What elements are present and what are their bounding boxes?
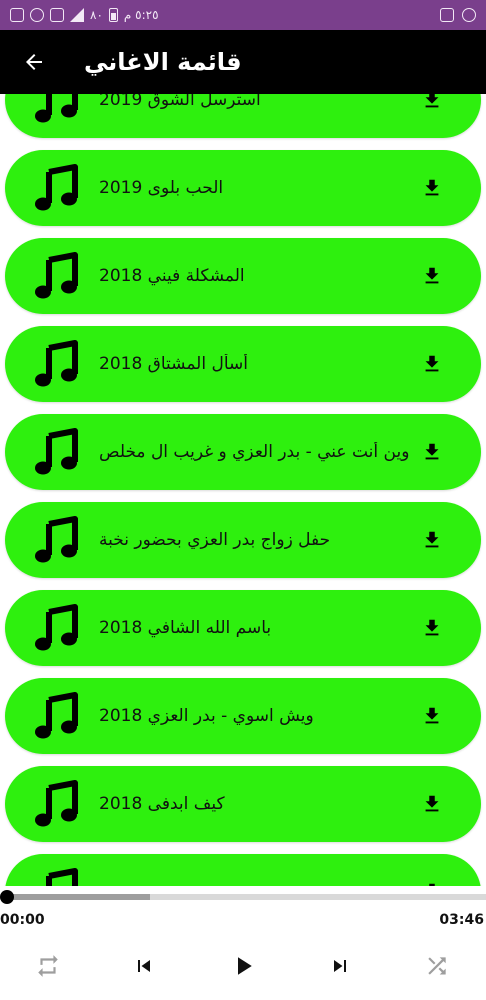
- download-icon[interactable]: [421, 705, 443, 727]
- song-item[interactable]: استرسل الشوق 2019: [5, 94, 481, 138]
- progress-thumb[interactable]: [0, 890, 14, 904]
- arrow-left-icon: [26, 54, 42, 70]
- music-note-icon: [29, 864, 85, 886]
- song-item[interactable]: المشكلة فيني 2018: [5, 238, 481, 314]
- music-note-icon: [29, 776, 85, 832]
- song-title: استرسل الشوق 2019: [99, 94, 261, 110]
- music-note-icon: [29, 94, 85, 128]
- music-note-icon: [29, 688, 85, 744]
- wifi-icon: [30, 8, 44, 22]
- song-item[interactable]: باسم الله الشافي 2018: [5, 590, 481, 666]
- song-list[interactable]: استرسل الشوق 2019 الحب بلوى 2019 المشكلة ف…: [0, 94, 486, 886]
- repeat-button[interactable]: [28, 946, 68, 986]
- status-bar-left: ٥:٢٥ م ٨٠: [10, 8, 159, 22]
- download-icon[interactable]: [421, 177, 443, 199]
- song-title: المشكلة فيني 2018: [99, 266, 245, 286]
- music-note-icon: [29, 160, 85, 216]
- song-item[interactable]: ويش اسوي - بدر العزي 2018: [5, 678, 481, 754]
- music-note-icon: [29, 424, 85, 480]
- song-title: أسأل المشتاق 2018: [99, 354, 248, 374]
- song-title: حفل زواج بدر العزي بحضور نخبة: [99, 530, 331, 550]
- download-icon[interactable]: [421, 94, 443, 111]
- skip-next-icon: [334, 960, 346, 972]
- progress-buffer: [6, 894, 150, 900]
- player-controls: [0, 946, 486, 986]
- player-bar: 00:00 03:46: [0, 886, 486, 1000]
- status-bar: ٥:٢٥ م ٨٠: [0, 0, 486, 30]
- messenger-icon: [462, 8, 476, 22]
- song-title: ويش اسوي - بدر العزي 2018: [99, 706, 314, 726]
- song-item[interactable]: الحب بلوى 2019: [5, 150, 481, 226]
- download-icon[interactable]: [421, 529, 443, 551]
- download-icon[interactable]: [421, 353, 443, 375]
- next-button[interactable]: [320, 946, 360, 986]
- song-item[interactable]: كيف ابدفى 2018: [5, 766, 481, 842]
- skip-previous-icon: [138, 960, 150, 972]
- music-note-icon: [29, 512, 85, 568]
- alarm-icon: [10, 8, 24, 22]
- song-title: باسم الله الشافي 2018: [99, 618, 272, 638]
- current-time: 00:00: [0, 912, 45, 928]
- gallery-icon: [440, 8, 454, 22]
- app-bar: قائمة الاغاني: [0, 30, 486, 94]
- song-title: كيف ابدفى 2018: [99, 794, 225, 814]
- play-button[interactable]: [223, 946, 263, 986]
- sim-icon: [50, 8, 64, 22]
- download-icon[interactable]: [421, 265, 443, 287]
- previous-button[interactable]: [124, 946, 164, 986]
- song-item[interactable]: حفل زواج بدر العزي بحضور نخبة: [5, 502, 481, 578]
- signal-icon: [70, 8, 84, 22]
- song-item[interactable]: أسأل المشتاق 2018: [5, 326, 481, 402]
- status-bar-right: [440, 8, 476, 22]
- song-title: الحب بلوى 2019: [99, 178, 224, 198]
- play-icon: [238, 957, 252, 975]
- song-title: وين أنت عني - بدر العزي و غريب ال مخلص: [99, 442, 410, 462]
- shuffle-button[interactable]: [417, 946, 457, 986]
- back-button[interactable]: [14, 42, 54, 82]
- battery-icon: [108, 8, 118, 22]
- page-title: قائمة الاغاني: [84, 48, 242, 76]
- status-time: ٥:٢٥ م: [123, 8, 159, 22]
- music-note-icon: [29, 600, 85, 656]
- shuffle-icon: [428, 957, 446, 975]
- battery-level: ٨٠: [90, 8, 103, 22]
- music-note-icon: [29, 248, 85, 304]
- song-item[interactable]: وين أنت عني - بدر العزي و غريب ال مخلص: [5, 414, 481, 490]
- song-item[interactable]: [5, 854, 481, 886]
- download-icon[interactable]: [421, 617, 443, 639]
- music-note-icon: [29, 336, 85, 392]
- total-time: 03:46: [439, 912, 484, 928]
- download-icon[interactable]: [421, 793, 443, 815]
- repeat-icon: [38, 955, 58, 977]
- download-icon[interactable]: [421, 441, 443, 463]
